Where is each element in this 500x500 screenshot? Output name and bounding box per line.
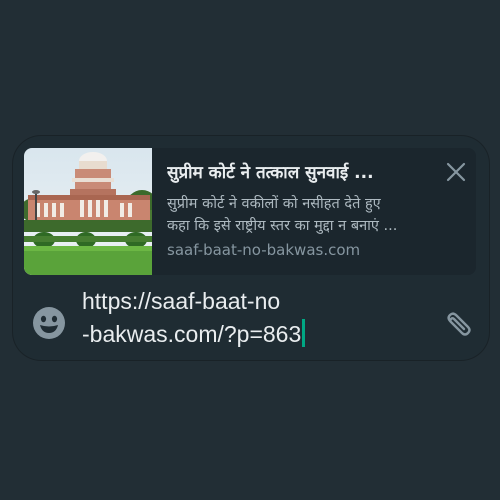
- link-preview-card[interactable]: सुप्रीम कोर्ट ने तत्काल सुनवाई ... सुप्र…: [24, 148, 476, 275]
- link-preview-description-line: सुप्रीम कोर्ट ने वकीलों को नसीहत देते हु…: [167, 196, 381, 212]
- link-preview-description: सुप्रीम कोर्ट ने वकीलों को नसीहत देते हु…: [167, 193, 459, 237]
- message-input-line: -bakwas.com/?p=863: [82, 321, 302, 347]
- link-preview-title: सुप्रीम कोर्ट ने तत्काल सुनवाई ...: [167, 163, 374, 183]
- emoji-icon[interactable]: [30, 304, 68, 342]
- close-icon[interactable]: [444, 160, 468, 184]
- paperclip-icon[interactable]: [438, 306, 476, 344]
- link-preview-thumbnail: [24, 148, 152, 275]
- message-input-line: https://saaf-baat-no: [82, 288, 281, 314]
- link-preview-description-line: कहा कि इसे राष्ट्रीय स्तर का मुद्दा न बन…: [167, 218, 398, 234]
- message-input[interactable]: https://saaf-baat-no -bakwas.com/?p=863: [82, 285, 422, 351]
- link-preview-domain: saaf-baat-no-bakwas.com: [167, 241, 361, 259]
- text-caret: [302, 319, 306, 347]
